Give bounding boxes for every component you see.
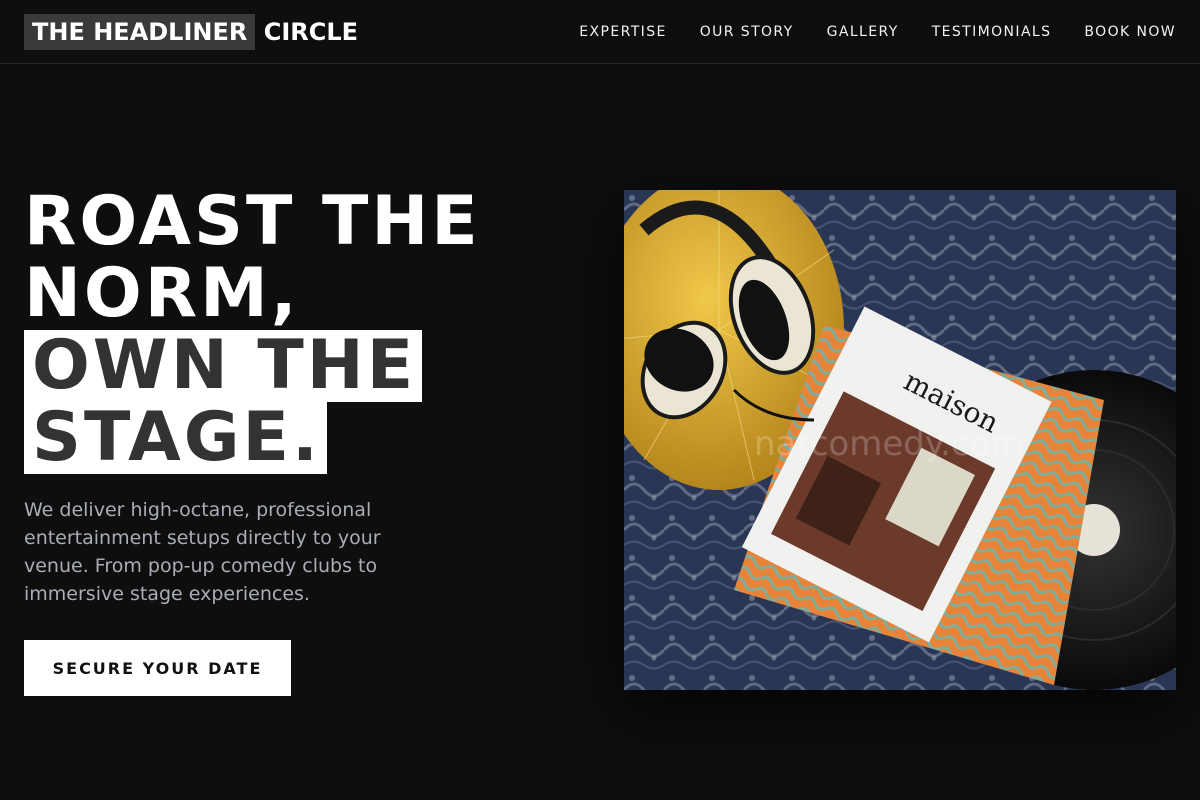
hero-title-highlight-1: OWN THE xyxy=(24,330,423,402)
nav-link-testimonials[interactable]: TESTIMONIALS xyxy=(932,24,1052,40)
nav-link-gallery[interactable]: GALLERY xyxy=(827,24,899,40)
nav-link-expertise[interactable]: EXPERTISE xyxy=(579,24,666,40)
hero-title-highlight-2: STAGE. xyxy=(24,402,327,474)
watermark-text: natcomedy.com xyxy=(754,424,1024,464)
hero-title-highlight-row-1: OWN THE xyxy=(24,330,584,402)
hero-title-line-2: NORM, xyxy=(24,254,300,333)
nav-link-book-now[interactable]: BOOK NOW xyxy=(1084,24,1176,40)
hero-photo-illustration: maison natcomedy.com xyxy=(624,190,1176,690)
hero-description: We deliver high-octane, professional ent… xyxy=(24,499,381,605)
brand-highlight: THE HEADLINER xyxy=(24,14,256,50)
hero-title-highlight-row-2: STAGE. xyxy=(24,402,584,474)
hero-image: maison natcomedy.com xyxy=(624,190,1176,690)
main-nav: EXPERTISE OUR STORY GALLERY TESTIMONIALS… xyxy=(579,0,1176,64)
brand-rest: CIRCLE xyxy=(255,18,359,46)
hero-title: ROAST THE NORM, OWN THE STAGE. xyxy=(24,186,584,474)
secure-your-date-button[interactable]: SECURE YOUR DATE xyxy=(24,640,291,696)
hero-title-line-1: ROAST THE xyxy=(24,182,481,261)
top-navbar: THE HEADLINER CIRCLE EXPERTISE OUR STORY… xyxy=(0,0,1200,64)
brand-logo[interactable]: THE HEADLINER CIRCLE xyxy=(24,14,358,50)
nav-link-our-story[interactable]: OUR STORY xyxy=(700,24,794,40)
